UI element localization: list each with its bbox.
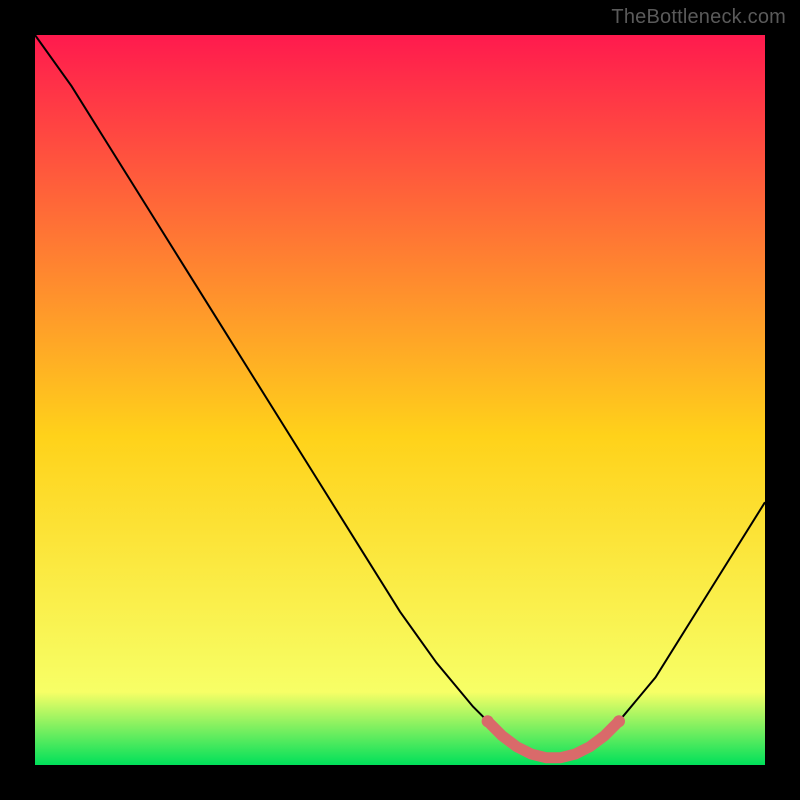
chart-frame: TheBottleneck.com <box>0 0 800 800</box>
gradient-background <box>35 35 765 765</box>
chart-plot-area <box>35 35 765 765</box>
chart-svg <box>35 35 765 765</box>
attribution-text: TheBottleneck.com <box>611 6 786 29</box>
